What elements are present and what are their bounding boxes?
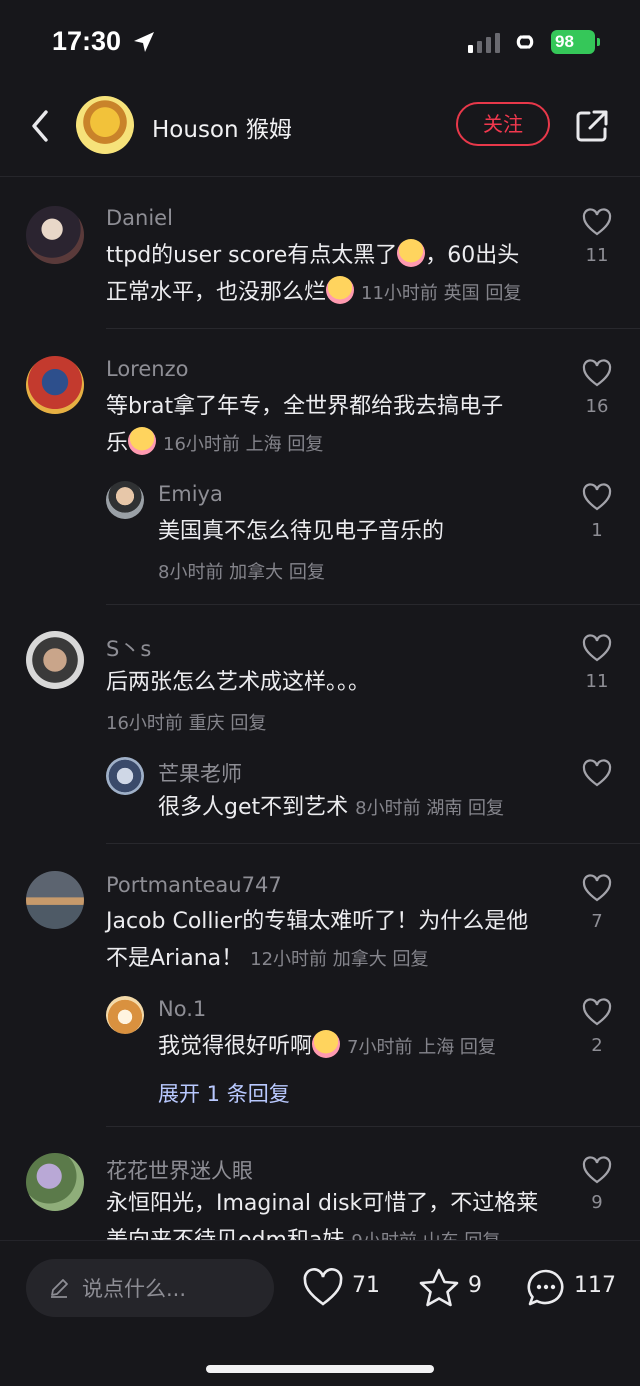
battery-indicator: 98 xyxy=(551,30,600,54)
dog-emoji-icon xyxy=(128,427,157,455)
user-avatar[interactable] xyxy=(26,356,84,414)
back-chevron-icon[interactable] xyxy=(24,106,58,146)
user-avatar[interactable] xyxy=(26,206,84,264)
like-heart-icon[interactable] xyxy=(582,874,612,902)
comment-text: Jacob Collier的专辑太难听了！为什么是他 不是Ariana！ 12小… xyxy=(106,903,576,978)
divider xyxy=(106,843,640,844)
follow-button[interactable]: 关注 xyxy=(456,102,550,146)
comment-text-part: 正常水平，也没那么烂 xyxy=(106,280,327,305)
reply-text-part: 我觉得很好听啊 xyxy=(158,1034,313,1059)
author-avatar[interactable] xyxy=(76,96,134,154)
pencil-icon xyxy=(51,1279,68,1298)
user-avatar[interactable] xyxy=(26,631,84,689)
reply-meta[interactable]: 7小时前 上海 回复 xyxy=(347,1037,496,1058)
like-heart-icon[interactable] xyxy=(582,1156,612,1184)
comment-text-part: 乐 xyxy=(106,431,129,456)
comment-text-part: ttpd的user score有点太黑了 xyxy=(106,243,398,268)
like-total: 71 xyxy=(352,1273,380,1298)
comment-text-part: ，60出头 xyxy=(425,243,520,268)
comment-bubble-icon[interactable] xyxy=(525,1267,567,1309)
like-heart-icon[interactable] xyxy=(582,483,612,511)
user-avatar[interactable] xyxy=(106,481,144,519)
like-heart-icon[interactable] xyxy=(302,1267,344,1309)
like-heart-icon[interactable] xyxy=(582,208,612,236)
status-time: 17:30 xyxy=(52,26,122,56)
comment-username[interactable]: Portmanteau747 xyxy=(106,873,282,897)
comment-text-part: 不是Ariana！ xyxy=(106,946,244,971)
comment-text: 等brat拿了年专，全世界都给我去搞电子 乐 16小时前 上海 回复 xyxy=(106,388,566,463)
comment-meta[interactable]: 12小时前 加拿大 回复 xyxy=(250,949,428,970)
reply-text: 很多人get不到艺术 8小时前 湖南 回复 xyxy=(158,789,578,827)
top-nav: Houson 猴姆 关注 xyxy=(0,84,640,177)
reply-text: 我觉得很好听啊 7小时前 上海 回复 xyxy=(158,1028,578,1066)
comment-input[interactable]: 说点什么... xyxy=(26,1259,274,1317)
share-icon[interactable] xyxy=(572,106,612,146)
comment-input-placeholder: 说点什么... xyxy=(82,1277,187,1301)
like-count: 7 xyxy=(591,911,603,932)
reply-meta[interactable]: 8小时前 加拿大 回复 xyxy=(158,558,325,584)
location-arrow-icon xyxy=(134,32,154,52)
comment-text-part: Jacob Collier的专辑太难听了！为什么是他 xyxy=(106,909,529,934)
author-name[interactable]: Houson 猴姆 xyxy=(152,110,292,144)
like-count: 16 xyxy=(585,396,609,417)
comment-meta[interactable]: 11小时前 英国 回复 xyxy=(361,283,521,304)
divider xyxy=(106,328,640,329)
divider xyxy=(106,604,640,605)
reply-meta[interactable]: 8小时前 湖南 回复 xyxy=(355,798,504,819)
comment-text: 后两张怎么艺术成这样。。。 xyxy=(106,670,371,695)
comment-username[interactable]: Daniel xyxy=(106,206,173,230)
like-count: 11 xyxy=(585,245,609,266)
like-heart-icon[interactable] xyxy=(582,998,612,1026)
reply-username[interactable]: No.1 xyxy=(158,997,206,1021)
comment-text-part: 永恒阳光，Imaginal disk可惜了，不过格莱 xyxy=(106,1191,539,1216)
reply-text: 美国真不怎么待见电子音乐的 xyxy=(158,519,445,544)
reply-username[interactable]: Emiya xyxy=(158,482,223,506)
like-count: 2 xyxy=(591,1035,603,1056)
like-heart-icon[interactable] xyxy=(582,634,612,662)
favorite-total: 9 xyxy=(468,1273,482,1298)
comment-meta[interactable]: 16小时前 重庆 回复 xyxy=(106,709,266,735)
crying-emoji-icon xyxy=(312,1030,341,1058)
reply-text-part: 很多人get不到艺术 xyxy=(158,795,349,820)
divider xyxy=(106,1126,640,1127)
comment-text-part: 等brat拿了年专，全世界都给我去搞电子 xyxy=(106,394,504,419)
comment-meta[interactable]: 16小时前 上海 回复 xyxy=(163,434,323,455)
comment-username[interactable]: S丶s xyxy=(106,633,151,663)
crying-emoji-icon xyxy=(397,239,426,267)
user-avatar[interactable] xyxy=(26,1153,84,1211)
expand-replies-link[interactable]: 展开 1 条回复 xyxy=(158,1078,290,1108)
comment-total: 117 xyxy=(574,1273,616,1298)
personal-hotspot-icon xyxy=(516,35,534,49)
like-count: 9 xyxy=(591,1192,603,1213)
cellular-signal-icon xyxy=(468,33,500,53)
like-count: 1 xyxy=(591,520,603,541)
like-count: 11 xyxy=(585,671,609,692)
user-avatar[interactable] xyxy=(26,871,84,929)
reply-username[interactable]: 芒果老师 xyxy=(158,758,242,788)
status-bar: 17:30 98 xyxy=(0,0,640,84)
user-avatar[interactable] xyxy=(106,996,144,1034)
comment-username[interactable]: Lorenzo xyxy=(106,357,188,381)
like-heart-icon[interactable] xyxy=(582,759,612,787)
user-avatar[interactable] xyxy=(106,757,144,795)
bottom-action-bar: 说点什么... 71 9 117 xyxy=(0,1240,640,1386)
like-heart-icon[interactable] xyxy=(582,359,612,387)
home-indicator xyxy=(206,1365,434,1373)
crying-emoji-icon xyxy=(326,276,355,304)
star-favorite-icon[interactable] xyxy=(418,1267,460,1309)
comment-text: ttpd的user score有点太黑了 ，60出头 正常水平，也没那么烂 11小… xyxy=(106,237,566,312)
comment-username[interactable]: 花花世界迷人眼 xyxy=(106,1155,253,1185)
